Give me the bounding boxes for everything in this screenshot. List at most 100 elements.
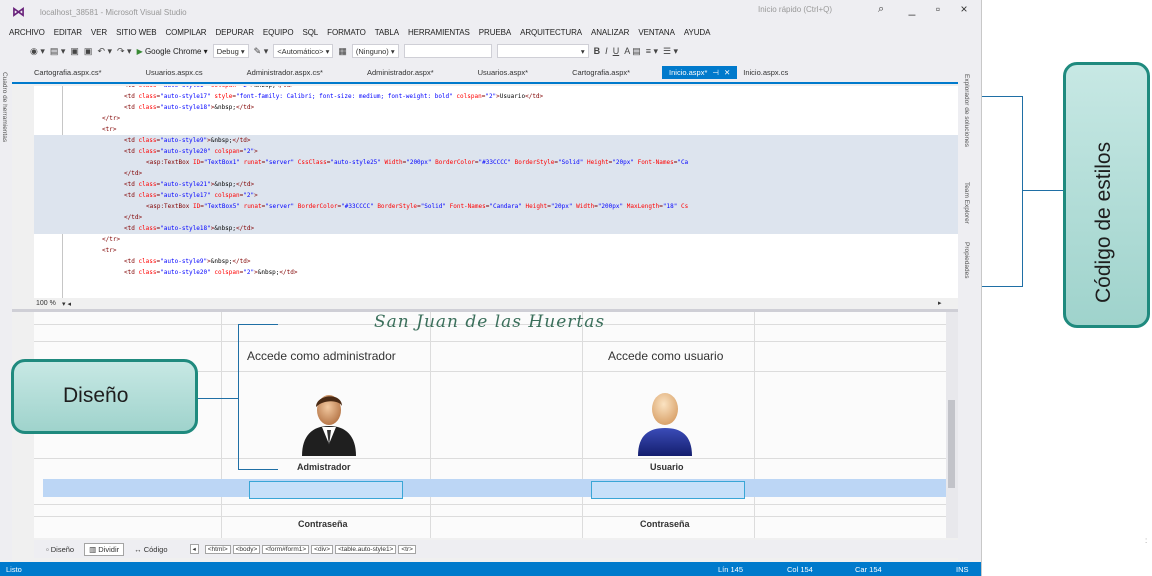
document-tab[interactable]: Inicio.aspx.cs (743, 68, 810, 77)
code-line[interactable]: <tr> (34, 245, 958, 256)
navigate-back-icon[interactable]: ◉ ▾ (30, 46, 45, 57)
menu-item-herramientas[interactable]: HERRAMIENTAS (408, 28, 470, 37)
close-tab-icon[interactable]: ✕ (724, 68, 730, 77)
scroll-right-icon[interactable]: ▸ (938, 299, 942, 307)
search-icon[interactable]: ⌕ (878, 3, 884, 16)
menu-item-tabla[interactable]: TABLA (375, 28, 399, 37)
style-select[interactable]: (Ninguno) ▾ (351, 44, 399, 58)
tab-solution-explorer[interactable]: Explorador de soluciones (963, 74, 970, 147)
document-tab[interactable]: Administrador.aspx* (345, 68, 456, 77)
tab-properties[interactable]: Propiedades (963, 242, 970, 279)
redo-icon[interactable]: ↷ ▾ (117, 46, 132, 57)
title-bar: ⋈ localhost_38581 - Microsoft Visual Stu… (0, 0, 981, 24)
menu-item-equipo[interactable]: EQUIPO (263, 28, 294, 37)
menu-item-ayuda[interactable]: AYUDA (684, 28, 711, 37)
scrollbar-thumb[interactable] (948, 400, 955, 488)
italic-button[interactable]: I (605, 46, 608, 56)
menu-item-sitio-web[interactable]: SITIO WEB (116, 28, 157, 37)
code-token: </td> (236, 104, 255, 111)
code-line[interactable]: </tr> (34, 234, 958, 245)
breadcrumb-tag[interactable]: <table.auto-style1> (335, 544, 397, 554)
undo-icon[interactable]: ↶ ▾ (97, 46, 112, 57)
menu-item-arquitectura[interactable]: ARQUITECTURA (520, 28, 582, 37)
user-textbox[interactable] (591, 481, 745, 499)
save-all-icon[interactable]: ▣ (84, 46, 93, 57)
code-line[interactable]: <td class="auto-style20" colspan="2">&nb… (34, 267, 958, 278)
menu-item-archivo[interactable]: ARCHIVO (9, 28, 45, 37)
configuration-select[interactable]: Debug ▾ (212, 44, 249, 58)
quick-launch-input[interactable]: Inicio rápido (Ctrl+Q) (758, 5, 870, 19)
document-tab[interactable]: Cartografia.aspx.cs* (12, 68, 124, 77)
selected-table-row[interactable] (43, 479, 946, 497)
menu-item-sql[interactable]: SQL (302, 28, 318, 37)
document-tab[interactable]: Usuarios.aspx* (456, 68, 550, 77)
run-button[interactable]: ▶ Google Chrome ▾ (137, 47, 208, 56)
new-project-icon[interactable]: ▤ ▾ (50, 46, 66, 57)
admin-textbox[interactable] (249, 481, 403, 499)
zoom-dropdown-icon[interactable]: ▾ ◂ (62, 300, 71, 308)
code-line[interactable]: <tr> (34, 124, 958, 135)
bold-button[interactable]: B (594, 46, 601, 56)
font-color-icon[interactable]: A ▤ (624, 46, 641, 57)
font-dropdown[interactable]: ▾ (496, 44, 589, 58)
close-button[interactable]: × (957, 2, 971, 18)
list-icon[interactable]: ☰ ▾ (663, 46, 678, 57)
align-icon[interactable]: ≡ ▾ (646, 46, 658, 57)
code-line[interactable]: <td class="auto-style17" style="font-fam… (34, 91, 958, 102)
menu-item-editar[interactable]: EDITAR (54, 28, 82, 37)
code-line[interactable]: </td> (34, 168, 958, 179)
underline-button[interactable]: U (613, 46, 620, 56)
font-size-select[interactable]: <Automático> ▾ (273, 44, 334, 58)
document-tab[interactable]: Usuarios.aspx.cs (124, 68, 225, 77)
zoom-level[interactable]: 100 % (36, 300, 56, 307)
restore-button[interactable]: ▫ (931, 2, 945, 18)
split-view-button[interactable]: ▥ Dividir (84, 542, 125, 556)
pin-icon[interactable]: ⊣ (712, 68, 719, 77)
source-code-editor[interactable]: <td class="auto-style1" colspan="2">&nbs… (34, 86, 958, 298)
code-line[interactable]: <td class="auto-style17" colspan="2"> (34, 190, 958, 201)
user-avatar-icon[interactable] (634, 388, 696, 456)
code-token: </td> (232, 258, 251, 265)
split-view-label: Dividir (98, 544, 120, 554)
code-line[interactable]: <asp:TextBox ID="TextBox1" runat="server… (34, 157, 958, 168)
styles-code-callout: Código de estilos (1063, 62, 1150, 328)
breadcrumb-tag[interactable]: <html> (204, 544, 231, 554)
save-icon[interactable]: ▣ (70, 46, 79, 57)
code-line[interactable]: <td class="auto-style21">&nbsp;</td> (34, 179, 958, 190)
code-line[interactable]: </td> (34, 212, 958, 223)
menu-item-formato[interactable]: FORMATO (327, 28, 366, 37)
menu-item-ver[interactable]: VER (91, 28, 107, 37)
font-select[interactable] (403, 44, 492, 58)
tab-team-explorer[interactable]: Team Explorer (963, 182, 970, 224)
minimize-button[interactable]: _ (905, 2, 919, 18)
menu-item-ventana[interactable]: VENTANA (638, 28, 675, 37)
menu-item-depurar[interactable]: DEPURAR (216, 28, 255, 37)
run-target-label: Google Chrome (144, 46, 202, 56)
document-tab[interactable]: Cartografia.aspx* (550, 68, 652, 77)
code-line[interactable]: <td class="auto-style9">&nbsp;</td> (34, 135, 958, 146)
code-line[interactable]: <td class="auto-style9">&nbsp;</td> (34, 256, 958, 267)
menu-item-compilar[interactable]: COMPILAR (166, 28, 207, 37)
code-line[interactable]: <td class="auto-style18">&nbsp;</td> (34, 223, 958, 234)
code-line[interactable]: <td class="auto-style20" colspan="2"> (34, 146, 958, 157)
breadcrumb-tag[interactable]: <div> (311, 544, 334, 554)
menu-item-analizar[interactable]: ANALIZAR (591, 28, 629, 37)
breadcrumb-tag[interactable]: <form#form1> (262, 544, 310, 554)
code-view-button[interactable]: ↔ Código (130, 544, 171, 555)
format-toolbar-icon[interactable]: ✎ ▾ (254, 46, 269, 57)
breadcrumb-back-icon[interactable]: ◂ (189, 544, 199, 554)
breadcrumb-tag[interactable]: <body> (232, 544, 261, 554)
code-line[interactable]: </tr> (34, 113, 958, 124)
code-line[interactable]: <asp:TextBox ID="TextBox5" runat="server… (34, 201, 958, 212)
admin-avatar-icon[interactable] (298, 388, 360, 456)
breadcrumb-tag[interactable]: <tr> (398, 544, 416, 554)
design-view-button[interactable]: ▫ Diseño (42, 544, 78, 555)
block-format-icon[interactable]: ▦ (338, 46, 347, 57)
menu-item-prueba[interactable]: PRUEBA (479, 28, 511, 37)
design-scrollbar[interactable] (946, 312, 958, 538)
code-line[interactable]: <td class="auto-style18">&nbsp;</td> (34, 102, 958, 113)
document-tab[interactable]: Administrador.aspx.cs* (225, 68, 345, 77)
document-tab-active[interactable]: Inicio.aspx* ⊣ ✕ (662, 65, 738, 79)
code-token: "auto-style18" (160, 225, 211, 232)
toolbox-side-tab[interactable]: Cuadro de herramientas (0, 62, 12, 560)
